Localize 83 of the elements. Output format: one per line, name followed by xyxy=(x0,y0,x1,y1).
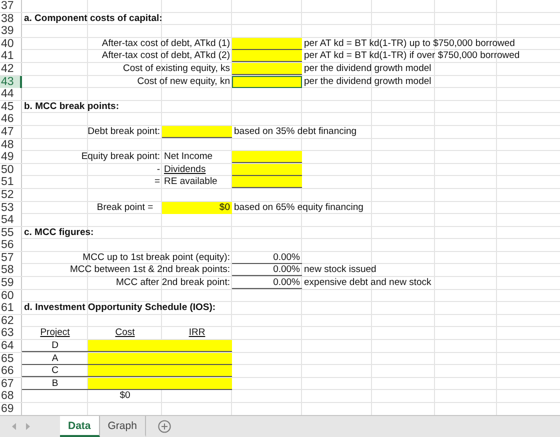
value-cell: 0.00% xyxy=(232,277,302,290)
note-text: per the dividend growth model xyxy=(303,76,432,88)
input-cell[interactable] xyxy=(232,176,302,188)
cell-label: Dividends xyxy=(163,164,207,176)
column-header: Project xyxy=(39,327,71,340)
cell-label: Net Income xyxy=(163,151,214,164)
row-number[interactable]: 44 xyxy=(0,88,22,100)
cell-label: After-tax cost of debt, ATkd (2) xyxy=(100,50,231,62)
note-text: expensive debt and new stock xyxy=(303,277,432,290)
cell-label: MCC after 2nd break point: xyxy=(114,277,231,290)
row-number[interactable]: 43 xyxy=(0,76,22,88)
input-cell[interactable] xyxy=(88,365,232,378)
input-cell[interactable] xyxy=(88,352,232,365)
row-number[interactable]: 58 xyxy=(0,264,22,276)
cell-label: MCC between 1st & 2nd break points: xyxy=(68,264,231,276)
input-cell[interactable] xyxy=(232,62,302,75)
row-number[interactable]: 69 xyxy=(0,403,22,415)
value-cell[interactable]: $0 xyxy=(162,202,232,214)
row-number[interactable]: 52 xyxy=(0,188,22,201)
note-text: based on 35% debt financing xyxy=(233,126,358,138)
row-number[interactable]: 60 xyxy=(0,290,22,302)
sheet-tab[interactable]: Graph xyxy=(100,416,146,437)
input-cell[interactable] xyxy=(232,50,302,62)
section-heading: a. Component costs of capital: xyxy=(23,12,164,25)
section-heading: d. Investment Opportunity Schedule (IOS): xyxy=(23,302,217,314)
row-number[interactable]: 54 xyxy=(0,214,22,226)
row-number[interactable]: 50 xyxy=(0,164,22,176)
cell-label: = xyxy=(153,176,161,188)
cell-label: Debt break point: xyxy=(86,126,161,138)
column-header: IRR xyxy=(188,327,206,340)
input-cell[interactable] xyxy=(232,38,302,50)
row-number[interactable]: 67 xyxy=(0,378,22,390)
section-heading: b. MCC break points: xyxy=(23,100,120,113)
cell-label: - xyxy=(156,164,161,176)
input-cell[interactable] xyxy=(232,76,302,88)
add-sheet-icon[interactable] xyxy=(158,420,171,433)
note-text: per AT kd = BT kd(1-TR) up to $750,000 borrowed xyxy=(303,38,516,50)
section-heading: c. MCC figures: xyxy=(23,226,95,239)
row-number[interactable]: 57 xyxy=(0,252,22,264)
cell-label: RE available xyxy=(163,176,218,188)
note-text: new stock issued xyxy=(303,264,378,276)
row-number[interactable]: 41 xyxy=(0,50,22,62)
row-number[interactable]: 45 xyxy=(0,100,22,113)
row-number[interactable]: 62 xyxy=(0,314,22,327)
note-text: per the dividend growth model xyxy=(303,62,432,75)
row-number[interactable]: 56 xyxy=(0,239,22,252)
column-header: Cost xyxy=(114,327,136,340)
row-number[interactable]: 61 xyxy=(0,302,22,314)
row-number[interactable]: 39 xyxy=(0,25,22,38)
row-number[interactable]: 59 xyxy=(0,277,22,290)
row-number[interactable]: 64 xyxy=(0,340,22,352)
input-cell[interactable] xyxy=(232,164,302,176)
row-number[interactable]: 42 xyxy=(0,62,22,75)
row-number[interactable]: 63 xyxy=(0,327,22,340)
sheet-tab[interactable]: Data xyxy=(60,416,100,437)
row-number[interactable]: 47 xyxy=(0,126,22,138)
row-number[interactable]: 37 xyxy=(0,0,22,12)
cell-label: Cost of existing equity, ks xyxy=(122,62,231,75)
cell-label: Break point = xyxy=(96,202,154,214)
cell-label: Equity break point: xyxy=(80,151,161,164)
row-number[interactable]: 55 xyxy=(0,226,22,239)
input-cell[interactable] xyxy=(88,378,232,390)
row-number[interactable]: 53 xyxy=(0,202,22,214)
cell-label: MCC up to 1st break point (equity): xyxy=(82,252,231,264)
input-cell[interactable] xyxy=(232,151,302,164)
row-number[interactable]: 46 xyxy=(0,113,22,126)
input-cell[interactable] xyxy=(162,126,232,138)
row-number[interactable]: 40 xyxy=(0,38,22,50)
value-cell: 0.00% xyxy=(232,264,302,276)
row-number[interactable]: 48 xyxy=(0,138,22,151)
row-number[interactable]: 49 xyxy=(0,151,22,164)
row-number[interactable]: 65 xyxy=(0,352,22,365)
table-cell-text: $0 xyxy=(118,390,132,402)
value-cell: 0.00% xyxy=(232,252,302,264)
cell-label: Cost of new equity, kn xyxy=(136,76,231,88)
row-number[interactable]: 66 xyxy=(0,365,22,378)
cell-label: After-tax cost of debt, ATkd (1) xyxy=(100,38,231,50)
row-number[interactable]: 68 xyxy=(0,390,22,402)
note-text: per AT kd = BT kd(1-TR) if over $750,000 borrowed xyxy=(303,50,521,62)
row-number[interactable]: 38 xyxy=(0,12,22,25)
input-cell[interactable] xyxy=(88,340,232,352)
row-number[interactable]: 51 xyxy=(0,176,22,188)
note-text: based on 65% equity financing xyxy=(233,202,364,214)
